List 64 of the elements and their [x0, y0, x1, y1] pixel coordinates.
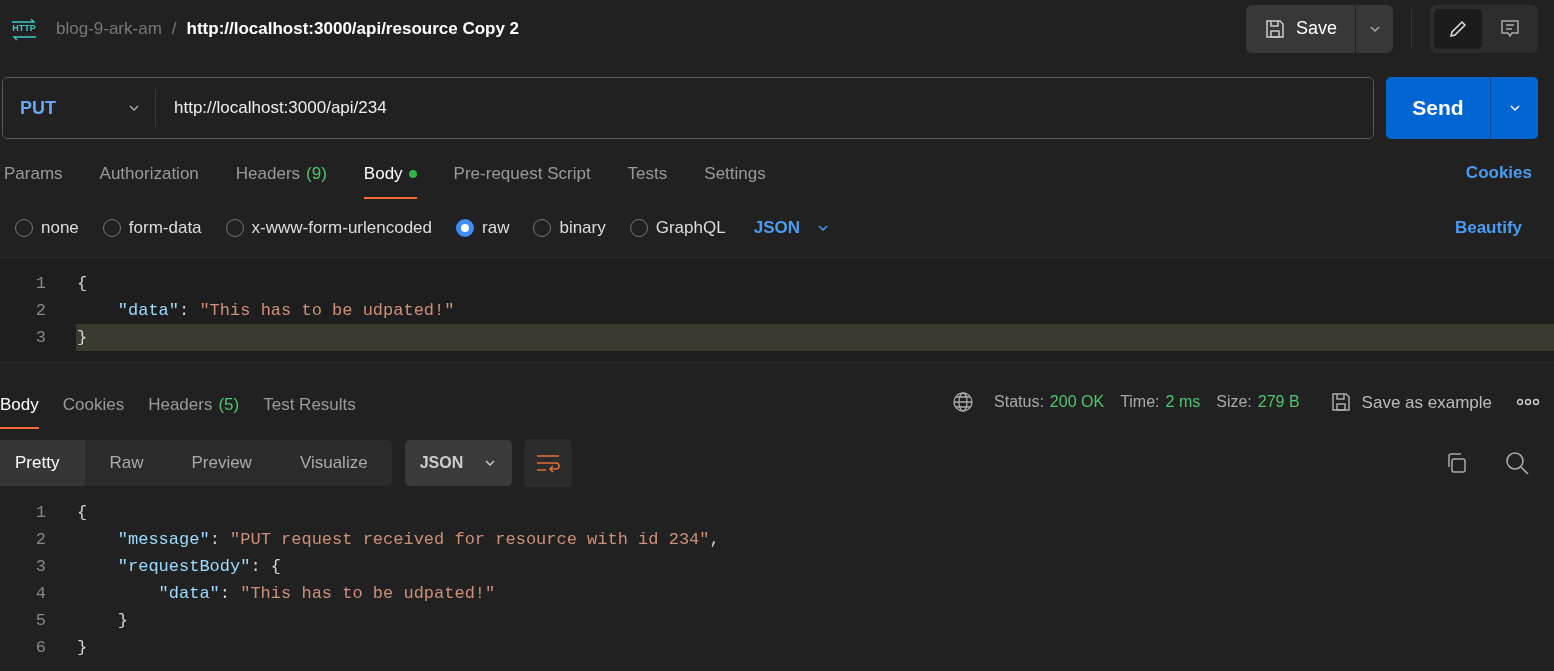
request-url-bar[interactable]: PUT http://localhost:3000/api/234 — [2, 77, 1374, 139]
method-dropdown[interactable]: PUT — [3, 78, 155, 138]
request-tab[interactable]: Authorization — [99, 163, 199, 199]
code-line: "data": "This has to be udpated!" — [116, 300, 456, 322]
url-field[interactable]: http://localhost:3000/api/234 — [156, 95, 1373, 121]
search-icon[interactable] — [1504, 450, 1530, 476]
meta-value: 2 ms — [1165, 392, 1201, 413]
code-line: } — [76, 637, 89, 659]
save-as-example-button[interactable]: Save as example — [1329, 389, 1492, 415]
line-number: 1 — [34, 273, 46, 295]
meta-value: 200 OK — [1049, 392, 1105, 413]
edit-button[interactable] — [1434, 8, 1482, 49]
body-type-radio[interactable]: raw — [456, 215, 510, 241]
more-icon[interactable] — [1516, 398, 1540, 407]
response-tab[interactable]: Cookies — [62, 393, 125, 429]
request-tab[interactable]: Pre-request Script — [453, 163, 591, 199]
line-number: 2 — [34, 529, 46, 551]
view-mode-tab[interactable]: Visualize — [275, 440, 392, 486]
body-type-radio[interactable]: form-data — [102, 215, 202, 241]
request-tab[interactable]: Settings — [704, 163, 766, 199]
body-type-radio[interactable]: none — [15, 215, 79, 241]
code-line: { — [76, 502, 89, 524]
request-tab[interactable]: Body — [363, 163, 417, 199]
beautify-link[interactable]: Beautify — [1454, 215, 1522, 241]
meta-label: Status: — [994, 392, 1044, 413]
http-logo: HTTP — [10, 16, 38, 41]
code-line: "requestBody": { — [116, 556, 283, 578]
wrap-lines-icon — [535, 452, 562, 474]
code-line: "message": "PUT request received for resource with id 234", — [116, 529, 721, 551]
response-tab[interactable]: Headers (5) — [148, 393, 240, 429]
line-number: 3 — [34, 327, 46, 349]
wrap-lines-button[interactable] — [524, 439, 573, 487]
line-number: 3 — [34, 556, 46, 578]
meta-label: Time: — [1120, 392, 1160, 413]
body-type-radio[interactable]: binary — [533, 215, 606, 241]
meta-value: 279 B — [1257, 392, 1300, 413]
view-mode-tab[interactable]: Pretty — [0, 440, 86, 486]
comment-icon — [1499, 17, 1521, 40]
meta-label: Size: — [1216, 392, 1252, 413]
line-number: 4 — [34, 583, 46, 605]
body-type-radio[interactable]: x-www-form-urlencoded — [225, 215, 432, 241]
request-tab[interactable]: Tests — [627, 163, 668, 199]
code-line: } — [116, 610, 129, 632]
view-mode-tab[interactable]: Raw — [85, 440, 168, 486]
view-mode-tab[interactable]: Preview — [167, 440, 276, 486]
response-tab[interactable]: Test Results — [263, 393, 356, 429]
line-number: 6 — [34, 637, 46, 659]
request-body-editor[interactable]: 1 { 2 "data": "This has to be udpated!" 3 } — [0, 257, 1554, 363]
line-number: 2 — [34, 300, 46, 322]
response-tab[interactable]: Body — [0, 393, 39, 429]
request-tab[interactable]: Params — [4, 163, 63, 199]
response-format-dropdown[interactable]: JSON — [404, 440, 513, 486]
code-line: "data": "This has to be udpated!" — [157, 583, 497, 605]
globe-icon[interactable] — [952, 391, 975, 414]
format-dropdown[interactable]: JSON — [753, 215, 830, 241]
request-tab[interactable]: Headers (9) — [235, 163, 327, 199]
body-type-radio[interactable]: GraphQL — [629, 215, 726, 241]
request-title: http://localhost:3000/api/resource Copy 2 — [186, 17, 520, 40]
line-number: 5 — [34, 610, 46, 632]
breadcrumb-separator: / — [171, 17, 177, 40]
line-number: 1 — [34, 502, 46, 524]
code-line: { — [76, 273, 89, 295]
collection-name[interactable]: blog-9-ark-am — [56, 15, 162, 42]
cookies-link[interactable]: Cookies — [1465, 159, 1532, 199]
